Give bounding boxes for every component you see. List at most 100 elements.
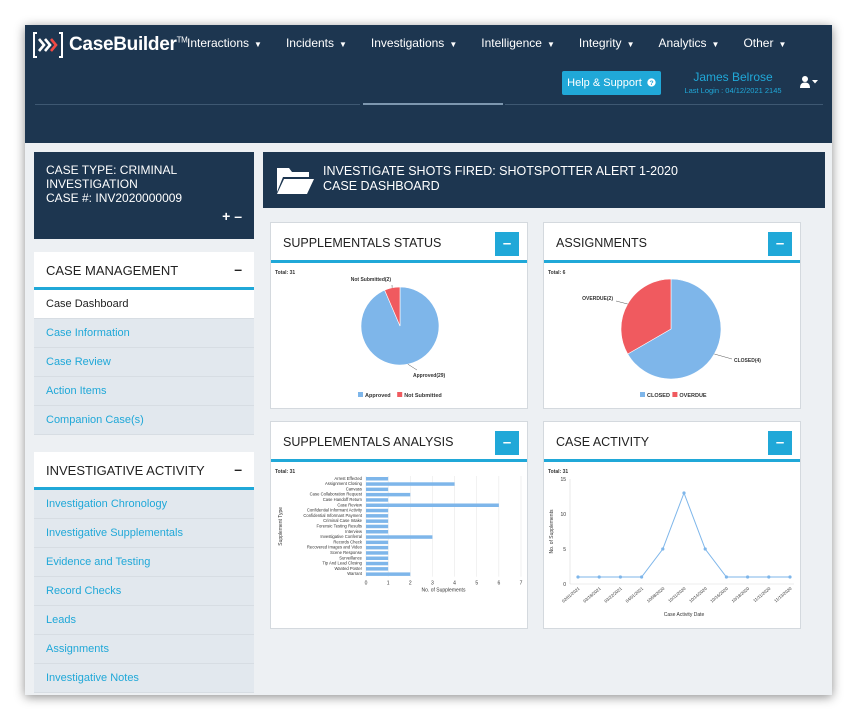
data-point xyxy=(724,575,728,579)
nav-intelligence[interactable]: Intelligence ▼ xyxy=(481,36,555,50)
y-tick-label: Arrest Effected xyxy=(334,476,362,481)
expand-collapse-all[interactable]: + – xyxy=(222,209,242,223)
user-name[interactable]: James Belrose xyxy=(679,70,787,84)
y-tick-label: Forensic Testing Results xyxy=(316,524,362,529)
bar xyxy=(366,551,389,555)
menu-evidence-testing[interactable]: Evidence and Testing xyxy=(34,548,254,577)
menu-companion-cases[interactable]: Companion Case(s) xyxy=(34,406,254,435)
case-type-cont: INVESTIGATION xyxy=(46,177,138,191)
caret-down-icon: ▼ xyxy=(254,40,262,49)
user-menu-icon[interactable] xyxy=(799,75,819,89)
bar xyxy=(366,556,389,560)
menu-investigative-notes[interactable]: Investigative Notes xyxy=(34,664,254,693)
card-title: CASE ACTIVITY xyxy=(556,435,650,449)
x-axis-label: Case Activity Date xyxy=(664,612,705,618)
pie-slice-label: Not Submitted(2) xyxy=(351,277,392,283)
caret-down-icon: ▼ xyxy=(626,40,635,49)
case-subtitle: CASE DASHBOARD xyxy=(323,179,440,193)
bar xyxy=(366,535,433,539)
collapse-card-button[interactable]: – xyxy=(768,431,792,455)
nav-incidents[interactable]: Incidents ▼ xyxy=(286,36,347,50)
menu-assignments[interactable]: Assignments xyxy=(34,635,254,664)
x-tick-label: 03/18/2021 xyxy=(582,586,602,604)
x-tick-label: 03/22/2021 xyxy=(603,586,623,604)
bar xyxy=(366,498,389,502)
supplementals-status-pie: Total: 31 Approved(29) Not Submitted(2) App… xyxy=(275,270,446,399)
case-title-line: INVESTIGATE SHOTS FIRED: SHOTSPOTTER ALE… xyxy=(323,164,678,178)
y-axis-label: Supplement Type xyxy=(278,507,284,546)
legend-swatch xyxy=(672,392,678,397)
case-number: CASE #: INV2020000009 xyxy=(46,191,183,205)
y-tick-label: Surveillance xyxy=(339,555,362,560)
legend-swatch xyxy=(397,392,403,397)
collapse-card-button[interactable]: – xyxy=(495,232,519,256)
data-point xyxy=(788,575,792,579)
y-tick-label: Case Review xyxy=(337,502,363,507)
x-axis-label: No. of Supplements xyxy=(422,588,466,594)
help-support-button[interactable]: Help & Support ? xyxy=(562,71,661,95)
menu-record-checks[interactable]: Record Checks xyxy=(34,577,254,606)
data-point xyxy=(661,547,665,551)
x-tick-label: 4 xyxy=(453,581,456,587)
chart-total-label: Total: 6 xyxy=(548,270,566,276)
assignments-card: ASSIGNMENTS – Total: 6 CLOSED(4) OVERDUE(2… xyxy=(543,222,801,409)
card-header: SUPPLEMENTALS ANALYSIS – xyxy=(271,422,527,462)
legend-swatch xyxy=(640,392,645,397)
bar xyxy=(366,561,389,566)
y-tick-label: Interview xyxy=(345,529,363,534)
menu-investigation-chronology[interactable]: Investigation Chronology xyxy=(34,490,254,519)
pie-slice-label: OVERDUE(2) xyxy=(582,296,613,302)
collapse-icon[interactable]: – xyxy=(234,261,242,277)
folder-open-icon xyxy=(277,168,314,194)
y-axis-label: No. of Supplements xyxy=(549,509,555,553)
y-tick-label: Scene Response xyxy=(330,550,363,555)
investigative-activity-header[interactable]: INVESTIGATIVE ACTIVITY – xyxy=(34,452,254,490)
x-tick-label: 02/01/2021 xyxy=(561,586,581,604)
card-title: SUPPLEMENTALS ANALYSIS xyxy=(283,435,454,449)
nav-other[interactable]: Other ▼ xyxy=(743,36,786,50)
x-tick-label: 11/13/2020 xyxy=(773,586,793,604)
bar xyxy=(366,482,455,486)
supplementals-analysis-card: SUPPLEMENTALS ANALYSIS – Total: 31 0 1 2 3 4 5… xyxy=(270,421,528,629)
x-tick-label: 10/18/2020 xyxy=(731,586,751,604)
nav-interactions[interactable]: Interactions ▼ xyxy=(187,36,262,50)
bar xyxy=(366,477,389,481)
menu-investigative-supplementals[interactable]: Investigative Supplementals xyxy=(34,519,254,548)
chart-total-label: Total: 31 xyxy=(275,270,295,276)
x-tick-label: 0 xyxy=(365,581,368,587)
menu-case-review[interactable]: Case Review xyxy=(34,348,254,377)
bar xyxy=(366,503,499,507)
case-dashboard-header: INVESTIGATE SHOTS FIRED: SHOTSPOTTER ALE… xyxy=(263,152,825,208)
data-point xyxy=(767,575,771,579)
data-point xyxy=(682,491,686,495)
data-point xyxy=(640,575,644,579)
menu-case-information[interactable]: Case Information xyxy=(34,319,254,348)
nav-analytics[interactable]: Analytics ▼ xyxy=(658,36,719,50)
x-tick-label: 7 xyxy=(520,581,523,587)
collapse-icon[interactable]: – xyxy=(234,461,242,477)
data-point xyxy=(618,575,622,579)
y-tick-label: Criminal Case Intake xyxy=(323,518,363,523)
assignments-pie: Total: 6 CLOSED(4) OVERDUE(2) CLOSED OVERDUE xyxy=(548,270,761,399)
case-management-header[interactable]: CASE MANAGEMENT – xyxy=(34,252,254,290)
legend-label: OVERDUE xyxy=(679,393,707,399)
y-tick-label: Case Handoff Return xyxy=(323,497,363,502)
panel-title: CASE MANAGEMENT xyxy=(46,263,179,278)
collapse-card-button[interactable]: – xyxy=(495,431,519,455)
nav-divider xyxy=(505,104,823,105)
data-point xyxy=(703,547,707,551)
nav-investigations[interactable]: Investigations ▼ xyxy=(371,36,457,50)
bar xyxy=(366,572,411,576)
menu-action-items[interactable]: Action Items xyxy=(34,377,254,406)
question-circle-icon: ? xyxy=(647,78,656,87)
card-header: ASSIGNMENTS – xyxy=(544,223,800,263)
menu-case-dashboard[interactable]: Case Dashboard xyxy=(34,290,254,319)
x-tick-label: 10/14/2020 xyxy=(688,586,708,604)
nav-integrity[interactable]: Integrity ▼ xyxy=(579,36,635,50)
menu-leads[interactable]: Leads xyxy=(34,606,254,635)
casebuilder-logo[interactable]: CaseBuilderTM xyxy=(33,31,188,59)
collapse-card-button[interactable]: – xyxy=(768,232,792,256)
card-header: CASE ACTIVITY – xyxy=(544,422,800,462)
bar xyxy=(366,567,389,571)
pie-label-leader xyxy=(714,353,733,360)
